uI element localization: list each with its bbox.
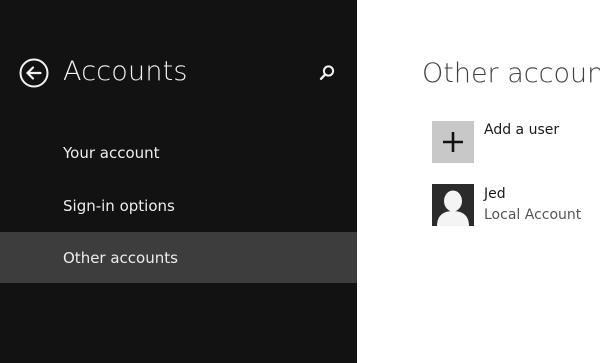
add-user-label[interactable]: Add a user [484, 122, 559, 138]
sidebar-item-label: Other accounts [63, 248, 178, 267]
user-name[interactable]: Jed [484, 186, 506, 202]
settings-window: Accounts Your account Sign-in options Ot… [0, 0, 600, 363]
sidebar-title: Accounts [63, 56, 188, 87]
add-user-button[interactable] [432, 121, 474, 163]
search-icon [319, 65, 335, 81]
back-button[interactable] [19, 58, 49, 88]
user-avatar-icon [432, 184, 474, 226]
sidebar-item-label: Sign-in options [63, 196, 175, 215]
search-button[interactable] [318, 64, 336, 82]
sidebar: Accounts Your account Sign-in options Ot… [0, 0, 357, 363]
sidebar-item-sign-in-options[interactable]: Sign-in options [0, 180, 357, 231]
sidebar-item-label: Your account [63, 143, 160, 162]
page-title: Other accounts [422, 58, 600, 89]
user-tile-jed[interactable] [432, 184, 474, 226]
sidebar-item-other-accounts[interactable]: Other accounts [0, 232, 357, 283]
sidebar-item-your-account[interactable]: Your account [0, 127, 357, 178]
back-arrow-circle-icon [19, 58, 49, 88]
user-account-type: Local Account [484, 207, 582, 223]
plus-icon [443, 132, 463, 152]
